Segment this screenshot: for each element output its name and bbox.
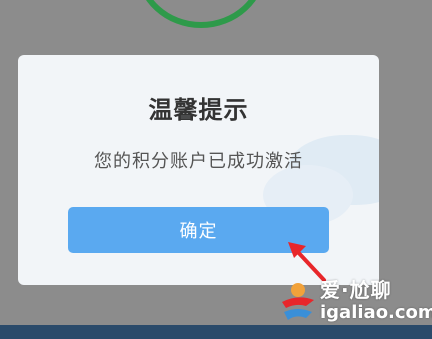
igaliao-logo-icon [282, 283, 314, 320]
dialog-title: 温馨提示 [148, 96, 249, 124]
watermark-brand: 爱·尬聊 [320, 278, 392, 302]
dialog-message: 您的积分账户已成功激活 [94, 151, 303, 172]
watermark-url: igaliao.com [320, 302, 432, 323]
watermark: 爱·尬聊 igaliao.com [276, 272, 432, 332]
